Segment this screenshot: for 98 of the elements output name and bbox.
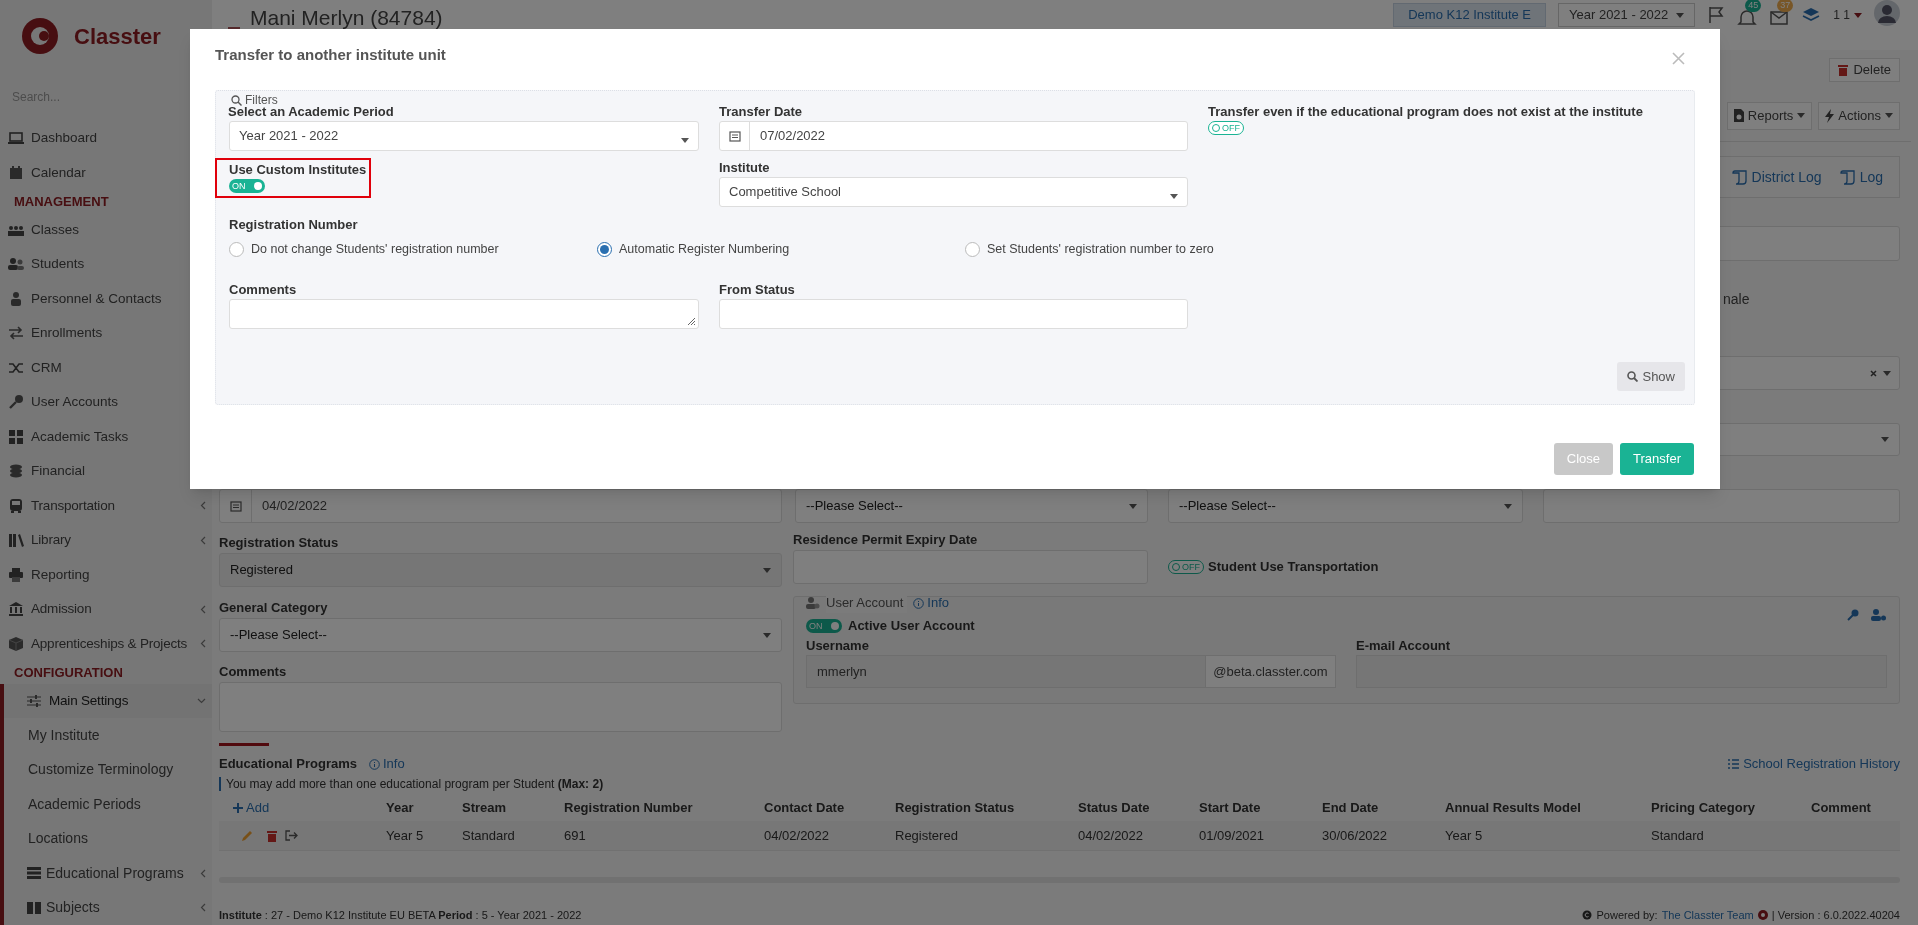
- username-field[interactable]: mmerlyn: [806, 655, 1206, 688]
- table-cell-text: 04/02/2022: [764, 826, 831, 845]
- field-label: Comments: [219, 663, 288, 681]
- field-label: Username: [806, 637, 870, 655]
- team-link[interactable]: The Classter Team: [1661, 906, 1754, 924]
- section-heading: MANAGEMENT: [14, 192, 109, 211]
- column-header: Status Date: [1078, 799, 1151, 818]
- sidebar-item[interactable]: CRM: [0, 350, 212, 385]
- select-field[interactable]: Competitive School: [719, 177, 1188, 207]
- brand-name: Classter: [74, 22, 161, 51]
- sidebar-item[interactable]: Personnel & Contacts: [0, 281, 212, 316]
- user-menu[interactable]: 1 1: [1833, 6, 1862, 24]
- table-cell-text: 691: [564, 826, 587, 845]
- radio-option[interactable]: Automatic Register Numbering: [597, 240, 965, 259]
- table-cell-text: Year 5: [1445, 826, 1484, 845]
- sidebar-item[interactable]: Calendar: [0, 155, 212, 190]
- transfer-button[interactable]: Transfer: [1620, 443, 1694, 475]
- footer-info: Institute : 27 - Demo K12 Institute EU BETA Period : 5 - Year 2021 - 2022: [219, 907, 582, 923]
- radio-option[interactable]: Do not change Students' registration number: [229, 240, 597, 259]
- column-header: Registration Status: [895, 799, 1016, 818]
- delete-button[interactable]: Delete: [1829, 58, 1900, 82]
- log-link[interactable]: Log: [1839, 166, 1883, 188]
- institute-badge[interactable]: Demo K12 Institute E: [1393, 3, 1547, 27]
- radio-option[interactable]: Set Students' registration number to zero: [965, 240, 1333, 259]
- column-header: Year: [386, 799, 415, 818]
- count-badge: 37: [1777, 0, 1794, 12]
- history-link[interactable]: School Registration History: [1728, 754, 1900, 774]
- domain-addon: @beta.classter.com: [1206, 655, 1336, 688]
- sidebar-item[interactable]: Academic Tasks: [0, 419, 212, 454]
- column-header: Start Date: [1199, 799, 1262, 818]
- table-cell-text: 30/06/2022: [1322, 826, 1389, 845]
- reports-button[interactable]: Reports: [1726, 101, 1813, 130]
- column-header: Pricing Category: [1651, 799, 1757, 818]
- period-dropdown[interactable]: Year 2021 - 2022: [1558, 3, 1696, 27]
- column-header: Stream: [462, 799, 508, 818]
- dialog-title: Transfer to another institute unit: [215, 44, 446, 65]
- sidebar-item[interactable]: User Accounts: [0, 385, 212, 420]
- option-label: nale: [1723, 289, 1750, 309]
- info-link[interactable]: Info: [369, 754, 405, 774]
- toggle-switch[interactable]: OFF: [1168, 560, 1204, 574]
- table-cell-text: 01/09/2021: [1199, 826, 1266, 845]
- column-header: End Date: [1322, 799, 1380, 818]
- toggle-switch[interactable]: ON: [229, 179, 265, 193]
- column-header: Contact Date: [764, 799, 846, 818]
- field-label: Comments: [229, 280, 298, 299]
- sidebar-item[interactable]: Reporting: [0, 557, 212, 592]
- field-label: Transfer Date: [719, 103, 804, 121]
- field-label: Select an Academic Period: [228, 104, 395, 121]
- table-cell-text: Standard: [462, 826, 516, 845]
- field-label: Use Custom Institutes: [229, 161, 367, 179]
- version-text: | Version : 6.0.2022.40204: [1771, 907, 1900, 923]
- actions-button[interactable]: Actions: [1818, 101, 1900, 130]
- field-label: Transfer even if the educational program does not exist at the institute: [1208, 103, 1643, 121]
- table-cell-text: 04/02/2022: [1078, 826, 1145, 845]
- sidebar-item[interactable]: Admission: [0, 592, 212, 627]
- table-cell-text: Year 5: [386, 826, 425, 845]
- info-link[interactable]: Info: [913, 593, 949, 613]
- column-header: Annual Results Model: [1445, 799, 1582, 818]
- column-header: Comment: [1811, 799, 1872, 818]
- sidebar-item[interactable]: Transportation: [0, 488, 212, 523]
- sidebar-item[interactable]: Classes: [0, 212, 212, 247]
- section-heading: CONFIGURATION: [14, 663, 123, 682]
- sidebar-item[interactable]: Enrollments: [0, 316, 212, 351]
- select-field[interactable]: Registered: [219, 553, 782, 587]
- date-field[interactable]: 07/02/2022: [719, 121, 1188, 151]
- section-title: Educational Programs: [219, 755, 357, 774]
- select-field[interactable]: --Please Select--: [795, 489, 1148, 523]
- page-title: Mani Merlyn (84784): [250, 5, 443, 31]
- select-field[interactable]: --Please Select--: [219, 618, 782, 652]
- info-note: You may add more than one educational program per Student (Max: 2): [219, 777, 604, 791]
- date-field[interactable]: 04/02/2022: [219, 489, 782, 523]
- field-label: Registration Number: [229, 216, 359, 234]
- sidebar-item[interactable]: Apprenticeships & Projects: [0, 626, 212, 661]
- sidebar-item[interactable]: Dashboard: [0, 121, 212, 156]
- select-field[interactable]: Year 2021 - 2022: [229, 121, 699, 151]
- footer-text: Powered by:: [1596, 907, 1658, 923]
- toggle-switch[interactable]: ON: [806, 619, 842, 633]
- column-header: Registration Number: [564, 799, 694, 818]
- toggle-label: Active User Account: [848, 617, 975, 636]
- select-field[interactable]: --Please Select--: [1168, 489, 1523, 523]
- district-log-link[interactable]: District Log: [1731, 166, 1822, 188]
- field-label: Residence Permit Expiry Date: [793, 531, 979, 549]
- toggle-label: Student Use Transportation: [1208, 558, 1379, 577]
- field-label: From Status: [719, 280, 796, 299]
- table-cell-text: Registered: [895, 826, 959, 845]
- show-button[interactable]: Show: [1617, 361, 1685, 391]
- field-label: General Category: [219, 599, 329, 617]
- toggle-switch[interactable]: OFF: [1208, 121, 1244, 135]
- sidebar-item[interactable]: Students: [0, 247, 212, 282]
- sidebar-item[interactable]: Financial: [0, 454, 212, 489]
- table-cell-text: Standard: [1651, 826, 1705, 845]
- field-label: Institute: [719, 159, 771, 177]
- count-badge: 45: [1745, 0, 1762, 12]
- field-label: E-mail Account: [1356, 637, 1452, 655]
- sidebar-item[interactable]: Main Settings: [0, 683, 212, 718]
- add-link[interactable]: Add: [219, 798, 386, 818]
- sidebar-item[interactable]: Library: [0, 523, 212, 558]
- field-label: Registration Status: [219, 534, 340, 552]
